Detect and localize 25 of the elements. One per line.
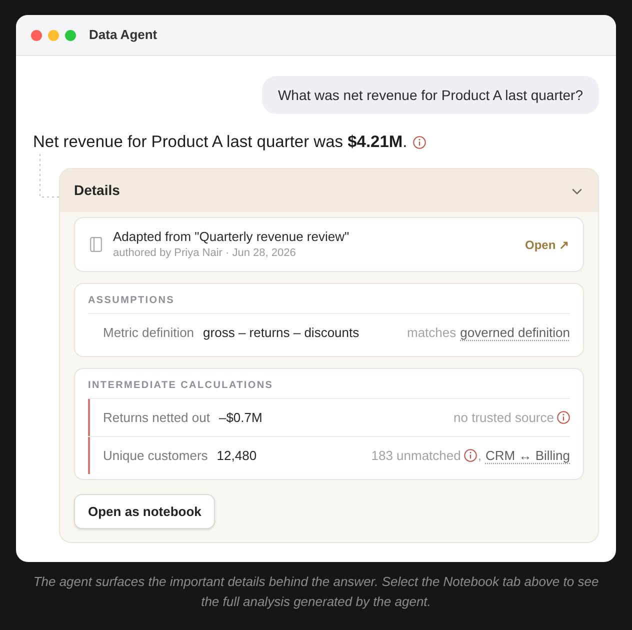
note-text: matches [407,324,456,342]
note-text: 183 unmatched [371,446,461,465]
section-heading: ASSUMPTIONS [88,294,176,308]
answer-text: Net revenue for Product A last quarter was $4.21M. [33,132,408,153]
row-label: Unique customers [103,446,208,465]
row-value: 12,480 [216,446,257,465]
row-value: –$0.7M [218,408,262,427]
caption-text: The agent surfaces the important details behind the answer. Select the Notebook tab above to see the full analysis generated by the agent. [32,573,600,611]
row-label: Metric definition [103,324,194,342]
source-byline: authored by Priya Nair · Jun 28, 2026 [113,246,297,261]
source-title: Adapted from "Quarterly revenue review" [113,228,350,245]
note-text: no trusted source [454,408,554,427]
source-link[interactable]: CRM ↔ Billing [485,446,570,466]
user-message-bubble: What was net revenue for Product A last quarter? [262,76,599,114]
open-notebook-button[interactable]: Open as notebook [74,494,216,529]
window-title: Data Agent [89,26,158,44]
details-header[interactable]: Details [60,169,598,212]
row-value: gross – returns – discounts [203,324,360,342]
note-separator: , [478,446,482,465]
source-link[interactable]: governed definition [460,322,570,342]
connector-line [39,154,59,198]
panel-icon [90,237,102,252]
open-link[interactable]: Open ↗ [524,236,569,254]
section-heading: INTERMEDIATE CALCULATIONS [88,379,274,393]
row-label: Returns netted out [103,408,210,427]
